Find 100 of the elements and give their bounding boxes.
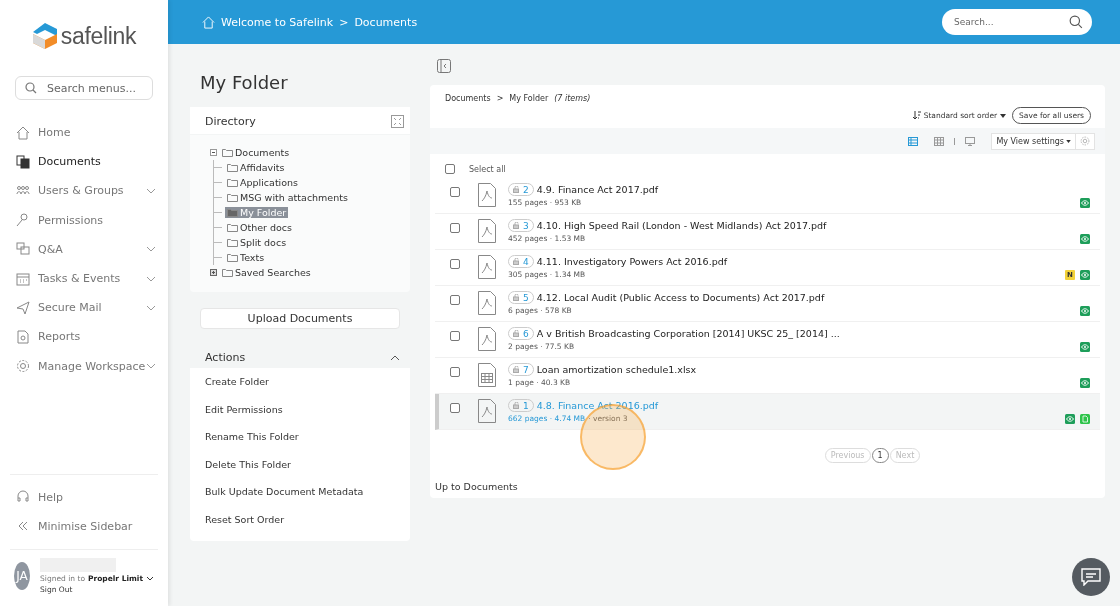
nav-item[interactable]: Documents: [0, 147, 168, 177]
pdf-file-icon: [478, 399, 496, 423]
collapse-icon[interactable]: [210, 149, 217, 156]
lock-open-icon: [513, 294, 521, 301]
pdf-file-icon: [478, 327, 496, 351]
eye-icon: [1080, 378, 1090, 388]
file-name[interactable]: 4.11. Investigatory Powers Act 2016.pdf: [536, 256, 728, 267]
file-name[interactable]: 4.10. High Speed Rail (London - West Midlands) Act 2017.pdf: [536, 220, 827, 231]
tree-item[interactable]: Split docs: [225, 237, 289, 248]
nav-item[interactable]: Home: [0, 118, 168, 148]
checkbox[interactable]: [450, 403, 460, 413]
action-link[interactable]: Delete This Folder: [190, 450, 410, 478]
expand-icon[interactable]: [391, 115, 404, 128]
nav-item[interactable]: Users & Groups: [0, 176, 168, 206]
caret-icon: [1000, 113, 1007, 118]
tree-item[interactable]: Affidavits: [225, 162, 287, 173]
checkbox[interactable]: [450, 187, 460, 197]
logo-icon: [31, 22, 58, 50]
action-link[interactable]: Bulk Update Document Metadata: [190, 478, 410, 506]
folder-icon: [227, 178, 238, 187]
folder-icon: [227, 208, 238, 217]
folder-icon: [227, 163, 238, 172]
calendar-icon: [16, 271, 30, 286]
action-link[interactable]: Edit Permissions: [190, 395, 410, 423]
menu-search-field[interactable]: Search menus...: [15, 76, 153, 100]
panel-title: Actions: [205, 351, 246, 364]
chevron-down-icon: [146, 304, 156, 311]
eye-icon: [1080, 306, 1090, 316]
nav-item[interactable]: Permissions: [0, 205, 168, 235]
tree-item[interactable]: Saved Searches: [220, 267, 313, 278]
file-name[interactable]: A v British Broadcasting Corporation [2014] UKSC 25_ [2014] ...: [536, 328, 840, 339]
grid-view-icon[interactable]: [934, 136, 945, 146]
list-view-icon[interactable]: [908, 136, 919, 146]
checkbox[interactable]: [450, 223, 460, 233]
item-count: (7 items): [554, 94, 591, 103]
file-name[interactable]: 4.9. Finance Act 2017.pdf: [536, 184, 659, 195]
eye-icon: [1080, 342, 1090, 352]
search-icon: [1069, 15, 1083, 29]
breadcrumb-link[interactable]: My Folder: [509, 94, 549, 103]
folder-icon: [227, 238, 238, 247]
chevron-down-icon: [146, 363, 156, 370]
nav-item[interactable]: Tasks & Events: [0, 263, 168, 294]
spreadsheet-file-icon: [478, 363, 496, 387]
lock-open-icon: [513, 222, 521, 229]
action-link[interactable]: Rename This Folder: [190, 423, 410, 451]
eye-icon: [1065, 414, 1075, 424]
home-icon: [202, 15, 215, 29]
tree-item[interactable]: Texts: [225, 252, 267, 263]
breadcrumb-separator: >: [339, 15, 349, 29]
file-name[interactable]: Loan amortization schedule1.xlsx: [536, 364, 697, 375]
select-all-label: Select all: [469, 164, 506, 174]
pdf-file-icon: [478, 183, 496, 207]
checkbox[interactable]: [450, 259, 460, 269]
action-link[interactable]: Create Folder: [190, 368, 410, 396]
home-icon: [16, 125, 30, 140]
chevron-up-icon[interactable]: [390, 354, 400, 361]
checkbox[interactable]: [450, 331, 460, 341]
lock-open-icon: [513, 186, 521, 193]
eye-icon: [1080, 198, 1090, 208]
folder-icon: [227, 253, 238, 262]
chevron-down-icon: [146, 576, 154, 581]
lock-open-icon: [513, 330, 521, 337]
lock-open-icon: [513, 258, 521, 265]
nav-item[interactable]: Reports: [0, 322, 168, 352]
page-title: My Folder: [200, 72, 289, 93]
sidebar-link[interactable]: Help: [10, 482, 158, 512]
tree-item[interactable]: Documents: [220, 147, 292, 158]
folder-icon: [222, 148, 233, 157]
nav-item[interactable]: Q&A: [0, 234, 168, 264]
breadcrumb-link[interactable]: Documents: [445, 94, 491, 103]
checkbox[interactable]: [445, 164, 455, 174]
breadcrumb-separator: >: [496, 94, 504, 103]
sidebar-link[interactable]: Minimise Sidebar: [10, 511, 158, 541]
tree-item[interactable]: Applications: [225, 177, 301, 188]
file-name[interactable]: 4.12. Local Audit (Public Access to Documents) Act 2017.pdf: [536, 292, 825, 303]
checkbox[interactable]: [450, 295, 460, 305]
panel-title: Directory: [205, 115, 256, 128]
gear-icon: [16, 359, 30, 374]
nav-item[interactable]: Secure Mail: [0, 293, 168, 323]
expand-icon[interactable]: [210, 269, 217, 276]
up-to-documents-link[interactable]: Up to Documents: [430, 481, 1105, 492]
nav-item[interactable]: Manage Workspace: [0, 351, 168, 381]
logo-text: safelink: [60, 22, 137, 50]
chat-button[interactable]: [1072, 558, 1110, 596]
tree-item[interactable]: MSG with attachments: [225, 192, 350, 203]
folder-icon: [227, 193, 238, 202]
lock-open-icon: [513, 366, 521, 373]
action-link[interactable]: Reset Sort Order: [190, 505, 410, 533]
chevron-down-icon: [146, 187, 156, 194]
tree-item[interactable]: Other docs: [225, 222, 294, 233]
chevron-down-icon: [146, 275, 156, 282]
checkbox[interactable]: [450, 367, 460, 377]
monitor-icon[interactable]: [965, 136, 976, 146]
page-button[interactable]: 1: [871, 448, 889, 463]
collapse-panel-icon[interactable]: [437, 59, 451, 73]
eye-icon: [1080, 234, 1090, 244]
search-field[interactable]: Search...: [942, 9, 1092, 35]
pdf-file-icon: [478, 219, 496, 243]
upload-documents-button[interactable]: Upload Documents: [200, 308, 400, 329]
document-icon: [1080, 414, 1090, 424]
